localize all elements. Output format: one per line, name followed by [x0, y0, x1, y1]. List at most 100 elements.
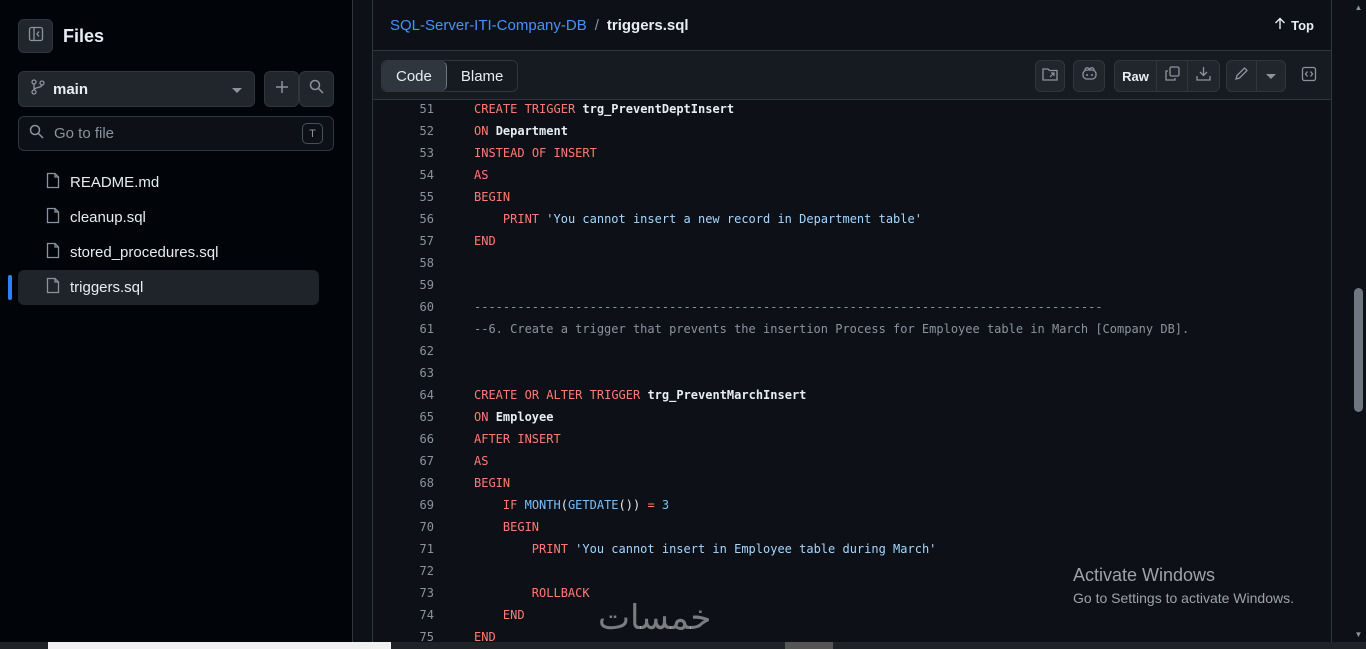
line-number[interactable]: 74 [373, 608, 434, 622]
line-number[interactable]: 69 [373, 498, 434, 512]
file-icon [46, 172, 60, 193]
line-code: CREATE TRIGGER trg_PreventDeptInsert [474, 102, 735, 116]
line-number[interactable]: 65 [373, 410, 434, 424]
edit-button[interactable] [1227, 61, 1257, 91]
download-button[interactable] [1188, 61, 1219, 91]
collapse-sidebar-button[interactable] [18, 19, 53, 53]
sidebar-collapse-icon [28, 26, 44, 47]
file-icon [46, 207, 60, 228]
line-number[interactable]: 63 [373, 366, 434, 380]
breadcrumb-separator: / [594, 17, 599, 34]
line-number[interactable]: 61 [373, 322, 434, 336]
tab-blame[interactable]: Blame [447, 61, 518, 91]
line-number[interactable]: 67 [373, 454, 434, 468]
code-line: 51 CREATE TRIGGER trg_PreventDeptInsert [373, 98, 1331, 120]
code-line: 58 [373, 252, 1331, 274]
copilot-icon [1081, 66, 1098, 86]
line-number[interactable]: 68 [373, 476, 434, 490]
file-item-stored-procedures[interactable]: stored_procedures.sql [18, 235, 319, 270]
active-indicator [8, 275, 12, 300]
add-file-button[interactable] [264, 71, 299, 107]
line-code: ON Employee [474, 410, 554, 424]
line-number[interactable]: 51 [373, 102, 434, 116]
chevron-down-icon [232, 81, 242, 98]
line-number[interactable]: 59 [373, 278, 434, 292]
copy-button[interactable] [1157, 61, 1188, 91]
code-line: 65 ON Employee [373, 406, 1331, 428]
line-number[interactable]: 53 [373, 146, 434, 160]
go-to-file-input[interactable]: Go to file T [18, 116, 334, 151]
file-name: triggers.sql [70, 279, 144, 296]
code-line: 64 CREATE OR ALTER TRIGGER trg_PreventMar… [373, 384, 1331, 406]
scroll-down-arrow[interactable]: ▼ [1354, 630, 1363, 639]
activate-subtitle: Go to Settings to activate Windows. [1073, 590, 1294, 606]
breadcrumb-repo-link[interactable]: SQL-Server-ITI-Company-DB [390, 17, 587, 34]
line-number[interactable]: 73 [373, 586, 434, 600]
activate-windows-notice: Activate Windows Go to Settings to activ… [1073, 565, 1294, 606]
file-name: stored_procedures.sql [70, 244, 219, 261]
line-number[interactable]: 66 [373, 432, 434, 446]
line-number[interactable]: 64 [373, 388, 434, 402]
file-item-readme[interactable]: README.md [18, 165, 319, 200]
line-code: ----------------------------------------… [474, 300, 1103, 314]
symbols-panel-button[interactable] [1294, 60, 1324, 92]
vertical-scrollbar[interactable]: ▲ ▼ [1351, 0, 1366, 649]
code-line: 56 PRINT 'You cannot insert a new record… [373, 208, 1331, 230]
line-number[interactable]: 71 [373, 542, 434, 556]
line-number[interactable]: 62 [373, 344, 434, 358]
line-number[interactable]: 54 [373, 168, 434, 182]
line-number[interactable]: 57 [373, 234, 434, 248]
line-number[interactable]: 52 [373, 124, 434, 138]
line-code: CREATE OR ALTER TRIGGER trg_PreventMarch… [474, 388, 807, 402]
file-view: SQL-Server-ITI-Company-DB / triggers.sql… [372, 0, 1332, 649]
sidebar-title: Files [63, 25, 105, 46]
shortcut-key: T [302, 123, 323, 144]
line-number[interactable]: 55 [373, 190, 434, 204]
code-line: 60 --------------------------------------… [373, 296, 1331, 318]
line-number[interactable]: 72 [373, 564, 434, 578]
code-line: 61 --6. Create a trigger that prevents th… [373, 318, 1331, 340]
branch-selector[interactable]: main [18, 71, 255, 107]
code-line: 54 AS [373, 164, 1331, 186]
copilot-button[interactable] [1073, 60, 1105, 92]
taskbar-app[interactable] [785, 642, 833, 649]
edit-options-button[interactable] [1257, 61, 1286, 91]
code-line: 70 BEGIN [373, 516, 1331, 538]
code-line: 52 ON Department [373, 120, 1331, 142]
code-line: 57 END [373, 230, 1331, 252]
arrow-up-icon [1274, 17, 1286, 33]
line-code: AS [474, 454, 489, 468]
folder-icon [1042, 67, 1058, 86]
raw-button[interactable]: Raw [1115, 61, 1157, 91]
line-code: BEGIN [474, 190, 511, 204]
file-item-triggers[interactable]: triggers.sql [8, 270, 319, 305]
download-icon [1196, 66, 1211, 86]
scrollbar-thumb[interactable] [1354, 288, 1363, 412]
line-code: END [502, 608, 525, 622]
code-line: 62 [373, 340, 1331, 362]
code-line: 68 BEGIN [373, 472, 1331, 494]
file-toolbar: Code Blame Raw [373, 50, 1331, 100]
file-icon [46, 242, 60, 263]
line-number[interactable]: 70 [373, 520, 434, 534]
line-number[interactable]: 60 [373, 300, 434, 314]
copy-icon [1164, 66, 1180, 86]
file-icon [46, 277, 60, 298]
taskbar-search-box[interactable] [48, 642, 391, 649]
chevron-down-icon [1265, 67, 1276, 85]
line-code: AFTER INSERT [474, 432, 561, 446]
open-folder-button[interactable] [1035, 60, 1065, 92]
scroll-up-arrow[interactable]: ▲ [1354, 3, 1363, 12]
symbols-icon [1301, 66, 1317, 87]
line-number[interactable]: 58 [373, 256, 434, 270]
line-number[interactable]: 56 [373, 212, 434, 226]
tab-code[interactable]: Code [382, 61, 447, 91]
search-icon [309, 79, 324, 99]
line-code: PRINT 'You cannot insert in Employee tab… [531, 542, 937, 556]
search-code-button[interactable] [299, 71, 334, 107]
file-name: README.md [70, 174, 160, 191]
line-code: PRINT 'You cannot insert a new record in… [502, 212, 922, 226]
file-item-cleanup[interactable]: cleanup.sql [18, 200, 319, 235]
scroll-top-button[interactable]: Top [1274, 17, 1314, 33]
line-code: BEGIN [502, 520, 540, 534]
